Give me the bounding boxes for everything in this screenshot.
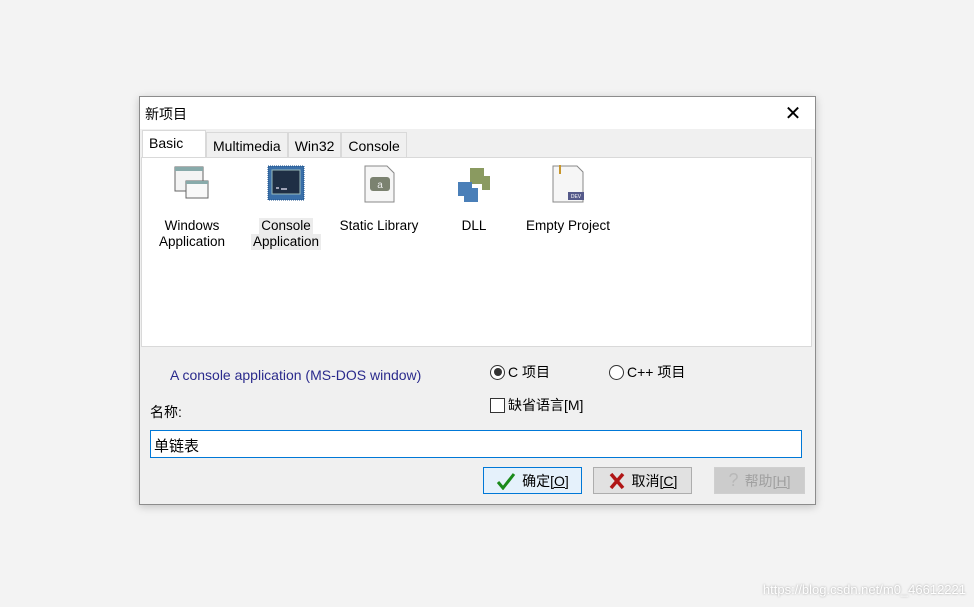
watermark: https://blog.csdn.net/m0_46612221 (762, 582, 966, 597)
default-language-checkbox[interactable]: 缺省语言[M] (490, 395, 583, 415)
radio-empty-icon (609, 364, 624, 380)
template-static-library[interactable]: a Static Library (334, 164, 424, 234)
new-project-dialog: 新项目 ✕ Basic Multimedia Win32 Console Win… (139, 96, 816, 505)
project-name-input[interactable]: 单链表 (150, 430, 802, 458)
windows-app-icon (174, 166, 209, 199)
dll-puzzle-icon (458, 168, 490, 202)
help-button[interactable]: ? 帮助[H] (714, 467, 805, 494)
empty-project-icon: DEV (552, 165, 584, 203)
ok-button[interactable]: 确定[O] (483, 467, 582, 494)
template-list: Windows Application Console Application … (141, 157, 812, 347)
checkbox-icon (490, 397, 505, 413)
tab-win32[interactable]: Win32 (287, 132, 342, 157)
tab-basic[interactable]: Basic (142, 130, 206, 157)
cancel-button[interactable]: 取消[C] (593, 467, 692, 494)
radio-selected-icon (490, 364, 505, 380)
close-button[interactable]: ✕ (771, 97, 815, 129)
template-console-application[interactable]: Console Application (241, 164, 331, 250)
svg-text:a: a (377, 180, 383, 191)
static-library-icon: a (364, 165, 395, 203)
radio-cpp-project[interactable]: C++ 项目 (609, 362, 685, 382)
question-icon: ? (728, 470, 739, 490)
console-app-icon (267, 165, 305, 201)
name-label: 名称: (150, 404, 182, 420)
template-windows-application[interactable]: Windows Application (147, 164, 237, 250)
dialog-title: 新项目 (145, 106, 187, 122)
template-empty-project[interactable]: DEV Empty Project (523, 164, 613, 234)
tab-console[interactable]: Console (341, 132, 407, 157)
tab-bar: Basic Multimedia Win32 Console (142, 130, 407, 157)
tab-multimedia[interactable]: Multimedia (206, 132, 288, 157)
radio-c-project[interactable]: C 项目 (490, 362, 550, 382)
template-dll[interactable]: DLL (429, 164, 519, 234)
svg-text:DEV: DEV (571, 194, 582, 200)
title-bar: 新项目 ✕ (140, 97, 815, 129)
checkmark-icon (497, 472, 516, 490)
template-description: A console application (MS-DOS window) (170, 367, 422, 383)
x-icon (609, 472, 624, 489)
